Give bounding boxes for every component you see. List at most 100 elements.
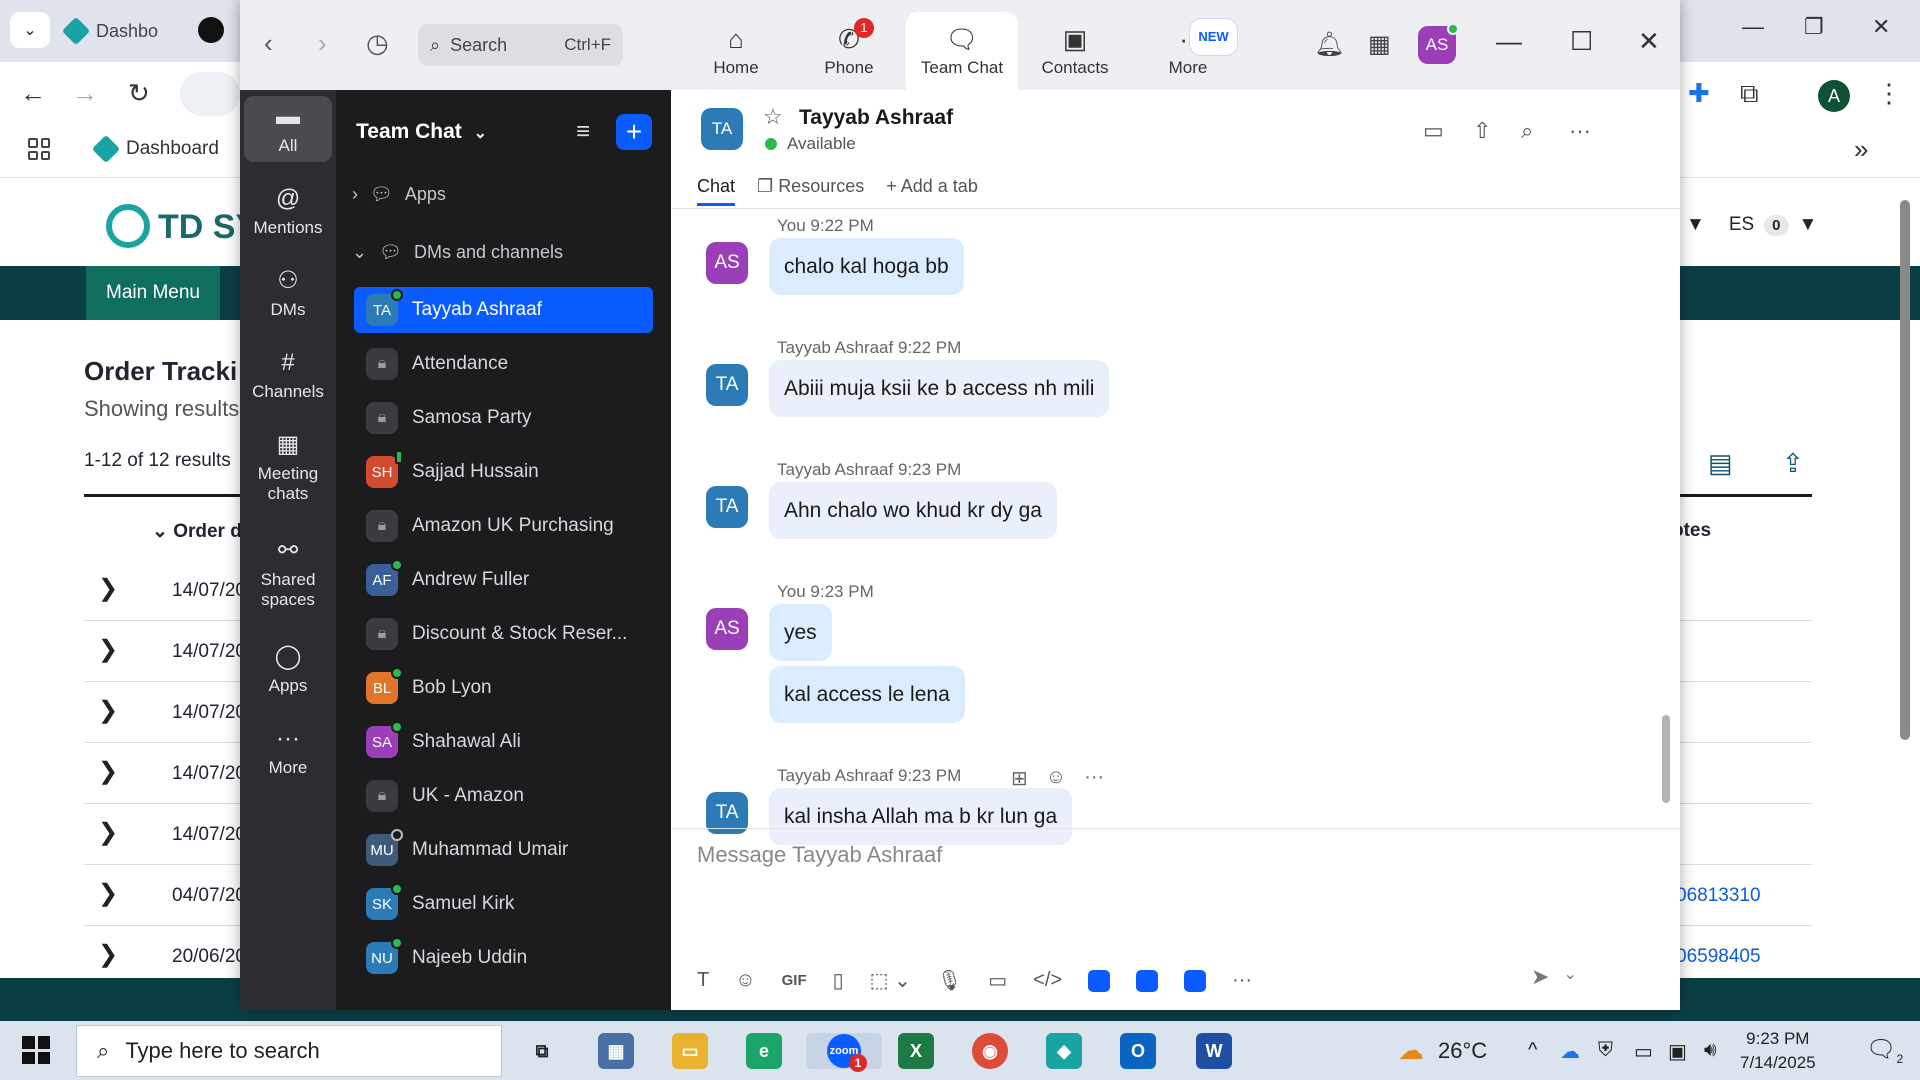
expand-row-icon[interactable]: ❯ <box>98 879 118 908</box>
rail-more[interactable]: ··· More <box>244 718 332 784</box>
video-call-icon[interactable]: ▭ <box>1423 118 1444 144</box>
channel-item[interactable]: AF Andrew Fuller <box>354 557 653 603</box>
message-bubble[interactable]: kal insha Allah ma b kr lun ga <box>769 788 1073 845</box>
weather-widget[interactable]: ☁ 26°C <box>1398 1035 1487 1066</box>
calendar-icon[interactable]: ▦ <box>1368 30 1391 59</box>
file-icon[interactable]: ▯ <box>833 968 844 993</box>
expand-row-icon[interactable]: ❯ <box>98 757 118 786</box>
more-actions-icon[interactable]: ··· <box>1084 766 1104 791</box>
back-icon[interactable]: ‹ <box>264 28 273 59</box>
chat-scrollbar[interactable] <box>1662 715 1670 803</box>
notification-center-icon[interactable]: 🗨︎2 <box>1866 1035 1903 1066</box>
message-sender[interactable]: Tayyab Ashraaf <box>777 338 893 357</box>
expand-row-icon[interactable]: ❯ <box>98 940 118 969</box>
new-chat-button[interactable]: + <box>616 114 652 150</box>
microphone-icon[interactable]: 🎙︎ <box>937 968 962 993</box>
screen-share-icon[interactable]: ⇧ <box>1473 118 1491 144</box>
format-text-icon[interactable]: T <box>697 969 709 992</box>
channel-item[interactable]: 🔒︎ Attendance <box>354 341 653 387</box>
app-zoom-icon[interactable] <box>1184 969 1207 992</box>
channel-item[interactable]: SA Shahawal Ali <box>354 719 653 765</box>
add-reaction-icon[interactable]: ☺ <box>1046 766 1066 791</box>
taskbar-search-input[interactable]: ⌕ Type here to search <box>76 1025 502 1077</box>
message-sender[interactable]: Tayyab Ashraaf <box>777 766 893 785</box>
channel-item[interactable]: 🔒︎ UK - Amazon <box>354 773 653 819</box>
nav-phone[interactable]: ✆ 1 Phone <box>793 12 905 90</box>
edge-icon[interactable]: e <box>746 1033 782 1069</box>
nav-home[interactable]: ⌂ Home <box>680 12 792 90</box>
minimize-icon[interactable]: — <box>1496 26 1522 57</box>
onedrive-icon[interactable]: ☁ <box>1560 1039 1580 1064</box>
star-icon[interactable]: ☆ <box>763 104 783 130</box>
column-header-order-date[interactable]: ⌄ Order d <box>152 520 242 543</box>
channel-item[interactable]: TA Tayyab Ashraaf <box>354 287 653 333</box>
video-message-icon[interactable]: ▭ <box>988 968 1007 993</box>
security-icon[interactable]: ⛨ <box>1598 1039 1613 1062</box>
show-hidden-icons[interactable]: ^ <box>1528 1039 1537 1062</box>
profile-avatar[interactable]: AS <box>1418 23 1459 64</box>
address-bar[interactable] <box>180 72 240 116</box>
section-dms-and-channels[interactable]: ⌄ 💬︎ DMs and channels <box>352 242 563 263</box>
maximize-icon[interactable]: ☐ <box>1570 26 1593 57</box>
extension-icon[interactable]: ✚ <box>1688 78 1710 109</box>
message-sender[interactable]: You <box>777 582 806 601</box>
emoji-icon[interactable]: ☺ <box>735 969 755 992</box>
nav-more[interactable]: ·· NEW More <box>1132 12 1244 90</box>
message-avatar[interactable]: TA <box>706 364 748 406</box>
document-icon[interactable]: ▤ <box>1708 448 1733 479</box>
app-docs-icon[interactable] <box>1088 969 1111 992</box>
close-icon[interactable]: ✕ <box>1638 26 1660 57</box>
nav-team-chat[interactable]: 🗨 Team Chat <box>906 12 1018 90</box>
main-menu-button[interactable]: Main Menu <box>86 266 220 320</box>
battery-icon[interactable]: ▭ <box>1634 1039 1653 1064</box>
more-bookmarks-icon[interactable]: » <box>1854 134 1868 165</box>
message-avatar[interactable]: TA <box>706 486 748 528</box>
network-icon[interactable]: ▣ <box>1668 1039 1687 1064</box>
rail-mentions[interactable]: @ Mentions <box>244 178 332 244</box>
history-icon[interactable]: ◷ <box>366 28 389 59</box>
message-input[interactable]: Message Tayyab Ashraaf <box>697 842 942 868</box>
chrome-icon[interactable]: ◉ <box>972 1033 1008 1069</box>
user-menu[interactable]: ▼ ES 0 ▼ <box>1686 214 1817 236</box>
reply-thread-icon[interactable]: ⊞ <box>1011 766 1028 791</box>
message-sender[interactable]: You <box>777 216 806 235</box>
extensions-puzzle-icon[interactable]: ⧉ <box>1740 78 1759 110</box>
windows-start-icon[interactable] <box>22 1036 50 1064</box>
forward-icon[interactable]: › <box>318 28 327 59</box>
screenshot-icon[interactable]: ⬚ ⌄ <box>870 968 911 993</box>
browser-profile-avatar[interactable]: A <box>1818 80 1850 112</box>
message-bubble[interactable]: Ahn chalo wo khud kr dy ga <box>769 482 1057 539</box>
message-bubble[interactable]: Abiii muja ksii ke b access nh mili <box>769 360 1110 417</box>
forward-icon[interactable]: → <box>72 78 98 109</box>
share-icon[interactable]: ⇪ <box>1782 448 1804 479</box>
channel-item[interactable]: 🔒︎ Samosa Party <box>354 395 653 441</box>
order-number-link[interactable]: 06813310 <box>1676 885 1761 907</box>
send-button[interactable]: ➤ ⌄ <box>1531 964 1577 990</box>
nav-contacts[interactable]: ▣ Contacts <box>1019 12 1131 90</box>
apps-grid-icon[interactable] <box>28 138 50 160</box>
page-scrollbar[interactable] <box>1900 200 1910 740</box>
contact-name[interactable]: Tayyab Ashraaf <box>799 106 953 130</box>
message-bubble[interactable]: yes <box>769 604 832 661</box>
file-explorer-icon[interactable]: ▭ <box>672 1033 708 1069</box>
channel-item[interactable]: BL Bob Lyon <box>354 665 653 711</box>
volume-icon[interactable]: 🔊︎ <box>1704 1039 1717 1062</box>
task-view-icon[interactable]: ⧉ <box>524 1033 560 1069</box>
rail-shared-spaces[interactable]: ⚯ Shared spaces <box>244 530 332 616</box>
tab-add[interactable]: + Add a tab <box>886 176 978 206</box>
expand-row-icon[interactable]: ❯ <box>98 696 118 725</box>
browser-tab-dashboard[interactable]: Dashbo <box>61 12 176 50</box>
message-avatar[interactable]: AS <box>706 608 748 650</box>
search-icon[interactable]: ⌕ <box>1521 118 1533 144</box>
rail-all[interactable]: ▬ All <box>244 96 332 162</box>
message-bubble[interactable]: kal access le lena <box>769 666 965 723</box>
order-number-link[interactable]: 06598405 <box>1676 946 1761 968</box>
more-tools-icon[interactable]: ··· <box>1232 969 1252 992</box>
system-clock[interactable]: 9:23 PM 7/14/2025 <box>1740 1027 1816 1075</box>
browser-restore-icon[interactable]: ❐ <box>1804 14 1824 40</box>
browser-close-icon[interactable]: ✕ <box>1872 14 1890 40</box>
contact-avatar[interactable]: TA <box>701 108 743 150</box>
team-chat-dropdown[interactable]: Team Chat ⌄ <box>356 120 487 144</box>
channel-item[interactable]: NU Najeeb Uddin <box>354 935 653 981</box>
section-apps[interactable]: › 💬︎ Apps <box>352 184 446 205</box>
